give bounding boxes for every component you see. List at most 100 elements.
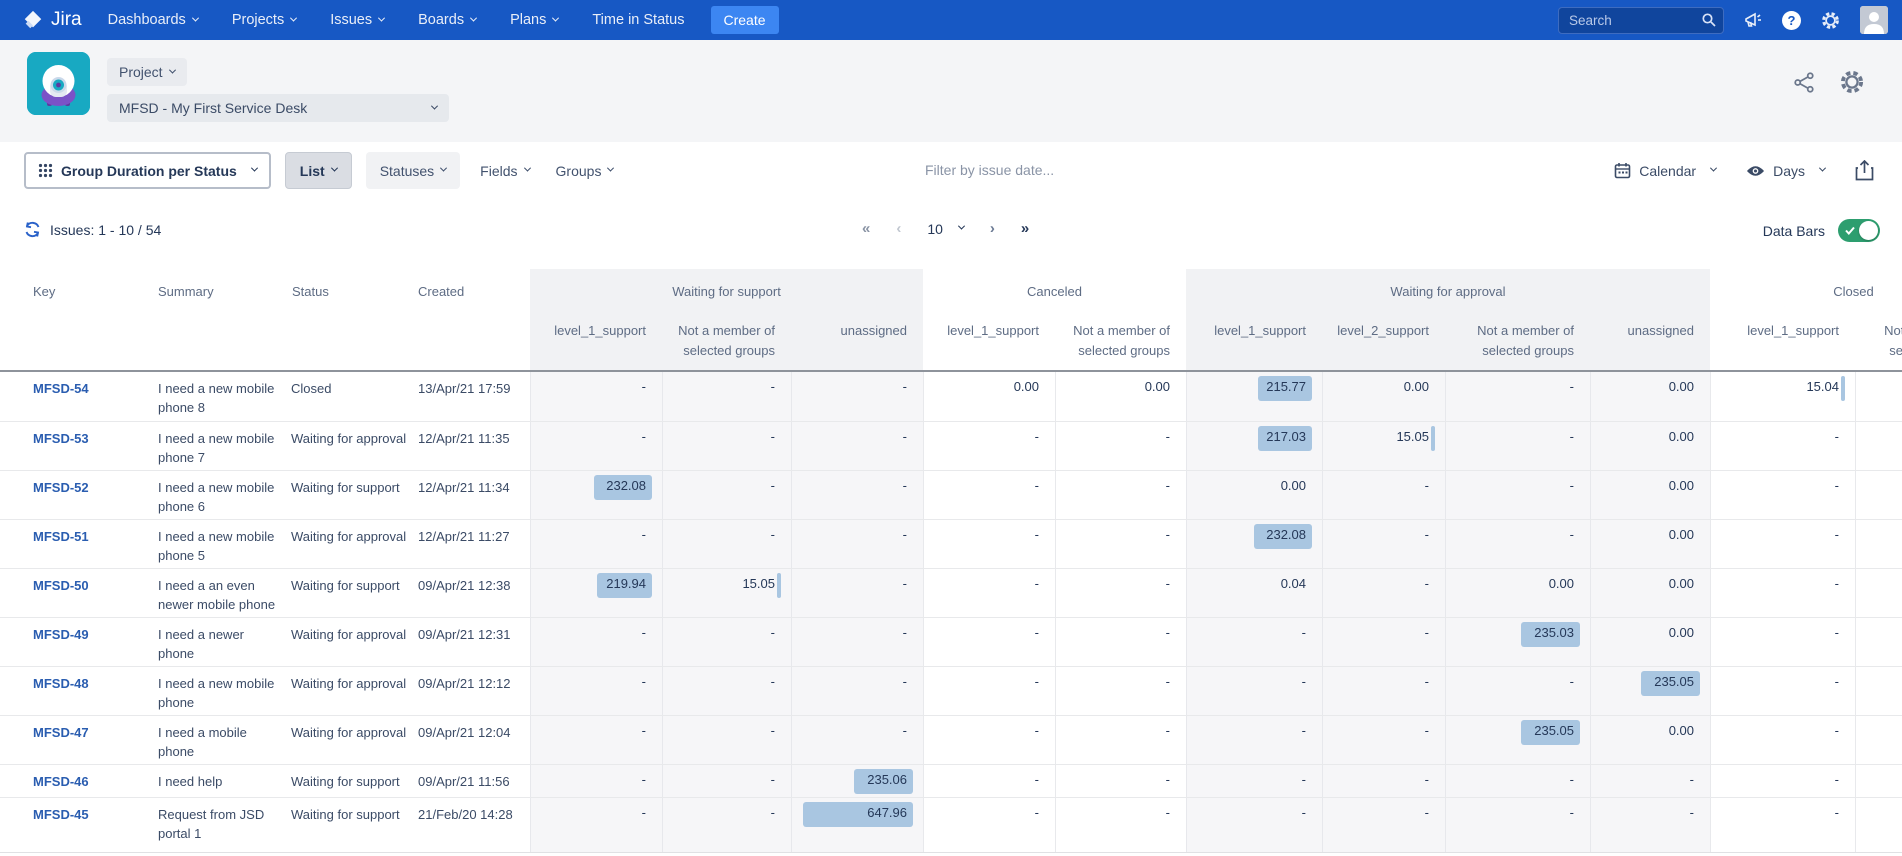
issue-key-link[interactable]: MFSD-45 [33, 807, 89, 822]
issue-key-link[interactable]: MFSD-47 [33, 725, 89, 740]
data-bar [777, 573, 781, 598]
share-icon[interactable] [1792, 70, 1817, 95]
duration-value: 0.00 [1669, 379, 1694, 394]
duration-value: - [1690, 772, 1694, 787]
duration-value: - [1425, 625, 1429, 640]
status-cell: Waiting for support [284, 798, 410, 852]
export-icon[interactable] [1855, 160, 1874, 181]
duration-cell: - [1055, 422, 1186, 470]
duration-cell: 232.08 [530, 471, 662, 519]
created-cell: 09/Apr/21 12:38 [410, 569, 530, 617]
calendar-label: Calendar [1639, 163, 1696, 179]
duration-cell: - [1445, 372, 1590, 421]
project-scope-button[interactable]: Project [107, 58, 187, 86]
nav-item-plans[interactable]: Plans [510, 12, 558, 28]
issue-key-link[interactable]: MFSD-46 [33, 774, 89, 789]
nav-item-boards[interactable]: Boards [418, 12, 476, 28]
nav-item-projects[interactable]: Projects [232, 12, 296, 28]
duration-value: - [1835, 429, 1839, 444]
pagination-first-button[interactable]: « [862, 220, 870, 237]
report-toolbar: Group Duration per Status List Statuses F… [0, 152, 1902, 192]
duration-cell [1855, 667, 1902, 715]
pagination-next-button[interactable]: › [990, 220, 995, 237]
units-dropdown[interactable]: Days [1746, 163, 1825, 179]
duration-cell: - [1710, 520, 1855, 568]
duration-cell: - [923, 667, 1055, 715]
issue-key-link[interactable]: MFSD-50 [33, 578, 89, 593]
megaphone-icon[interactable] [1743, 10, 1763, 30]
page-size-select[interactable]: 10 [927, 221, 964, 237]
chevron-down-icon [552, 14, 559, 21]
filter-button-groups[interactable]: Groups [550, 152, 620, 189]
created-cell: 09/Apr/21 12:31 [410, 618, 530, 666]
jira-logo[interactable]: Jira [22, 9, 82, 31]
duration-cell: - [1322, 716, 1445, 764]
duration-cell [1855, 618, 1902, 666]
duration-cell: - [662, 716, 791, 764]
duration-value: 0.00 [1669, 576, 1694, 591]
duration-value: - [1425, 723, 1429, 738]
duration-cell: - [530, 372, 662, 421]
data-bars-toggle[interactable] [1838, 219, 1880, 242]
duration-value: - [1425, 478, 1429, 493]
created-cell: 13/Apr/21 17:59 [410, 372, 530, 421]
duration-cell: 0.00 [1590, 520, 1710, 568]
issue-date-filter[interactable]: Filter by issue date... [925, 162, 1054, 178]
nav-item-dashboards[interactable]: Dashboards [108, 12, 198, 28]
duration-cell: - [1710, 471, 1855, 519]
pagination-prev-button[interactable]: ‹ [896, 220, 901, 237]
created-cell: 09/Apr/21 12:12 [410, 667, 530, 715]
duration-cell [1855, 569, 1902, 617]
page-size-value: 10 [927, 221, 943, 237]
issue-key-link[interactable]: MFSD-54 [33, 381, 89, 396]
help-icon[interactable]: ? [1782, 11, 1801, 30]
nav-item-time-in-status[interactable]: Time in Status [592, 12, 684, 28]
duration-cell: - [1445, 765, 1590, 797]
group-column-header: level_1_support [923, 314, 1055, 370]
issue-key-link[interactable]: MFSD-51 [33, 529, 89, 544]
duration-value: - [1166, 723, 1170, 738]
issue-key-link[interactable]: MFSD-48 [33, 676, 89, 691]
user-avatar[interactable] [1860, 6, 1888, 34]
refresh-icon[interactable] [23, 220, 42, 239]
group-column-header: Not a member of selected groups [1055, 314, 1186, 370]
chevron-down-icon [1819, 165, 1826, 172]
report-settings-gear-icon[interactable] [1838, 68, 1866, 96]
project-avatar [27, 52, 90, 115]
calendar-dropdown[interactable]: Calendar [1614, 162, 1716, 179]
project-scope-label: Project [119, 64, 163, 80]
search-input[interactable] [1558, 7, 1724, 34]
duration-value: - [1302, 625, 1306, 640]
issue-key-link[interactable]: MFSD-53 [33, 431, 89, 446]
calendar-icon [1614, 162, 1631, 179]
issue-key-link[interactable]: MFSD-49 [33, 627, 89, 642]
settings-gear-icon[interactable] [1820, 10, 1841, 31]
duration-value: - [1425, 576, 1429, 591]
issue-key-link[interactable]: MFSD-52 [33, 480, 89, 495]
status-group-header: Canceledlevel_1_supportNot a member of s… [923, 269, 1186, 370]
group-column-header: level_1_support [530, 314, 662, 370]
create-button[interactable]: Create [711, 6, 779, 34]
duration-value: 0.00 [1669, 478, 1694, 493]
status-cell: Waiting for approval [284, 716, 410, 764]
view-type-button[interactable]: Group Duration per Status [24, 152, 271, 189]
duration-value: - [771, 429, 775, 444]
duration-cell: - [1055, 618, 1186, 666]
nav-item-issues[interactable]: Issues [330, 12, 384, 28]
duration-cell: - [1445, 422, 1590, 470]
duration-value: - [1835, 478, 1839, 493]
duration-value: - [1835, 805, 1839, 820]
table-body: MFSD-54I need a new mobile phone 8Closed… [0, 372, 1902, 853]
duration-cell: - [791, 716, 923, 764]
duration-value: - [642, 674, 646, 689]
filter-button-fields[interactable]: Fields [474, 152, 535, 189]
duration-value: 0.00 [1669, 625, 1694, 640]
list-view-button[interactable]: List [285, 152, 352, 189]
pagination-last-button[interactable]: » [1021, 220, 1029, 237]
summary-cell: I need a new mobile phone [150, 667, 284, 715]
duration-value: - [642, 772, 646, 787]
chevron-down-icon [470, 14, 477, 21]
project-select[interactable]: MFSD - My First Service Desk [107, 94, 449, 122]
filter-button-statuses[interactable]: Statuses [366, 152, 460, 189]
duration-cell: - [1055, 716, 1186, 764]
